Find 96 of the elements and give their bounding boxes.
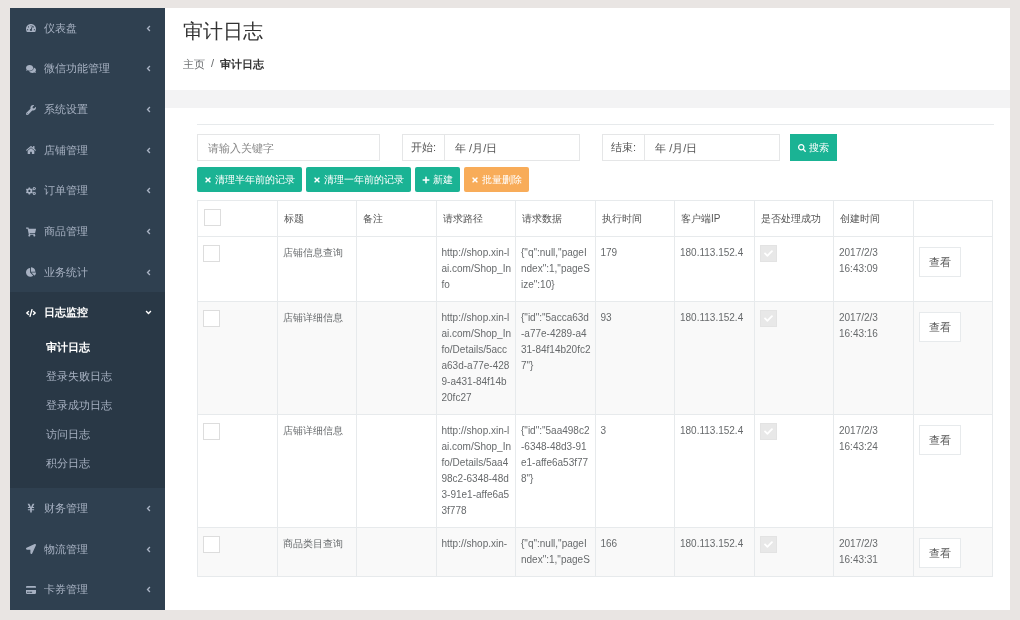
code-icon <box>26 307 36 318</box>
table-cell: 商品类目查询 <box>277 527 357 577</box>
chevron-left-icon <box>144 503 153 513</box>
sidebar-item[interactable]: 日志监控 <box>10 292 165 334</box>
clear-records-button[interactable]: 清理半年前的记录 <box>197 167 302 192</box>
close-icon <box>471 175 479 184</box>
table-cell: http://shop.xin-lai.com/Shop_Info/Details/5aa498c2-6348-48d3-91e1-affe6a53f778 <box>436 414 516 528</box>
table-cell: {"q":null,"pageIndex":1,"pageS <box>515 527 595 577</box>
row-checkbox[interactable] <box>203 310 220 327</box>
table-cell: 2017/2/3 16:43:24 <box>833 414 913 528</box>
submenu-item[interactable]: 审计日志 <box>10 333 165 363</box>
view-button[interactable]: 查看 <box>918 538 961 568</box>
close-icon <box>204 175 212 184</box>
chevron-left-icon <box>144 105 153 115</box>
submenu-item[interactable]: 积分日志 <box>10 449 165 479</box>
sidebar-item[interactable]: 仪表盘 <box>10 8 165 49</box>
cogs-icon <box>26 185 36 196</box>
submenu-item[interactable]: 登录失败日志 <box>10 362 165 392</box>
breadcrumb-link[interactable]: 主页 <box>183 57 205 72</box>
column-header: 备注 <box>356 200 436 237</box>
table-cell: 180.113.152.4 <box>674 236 754 302</box>
sidebar-item[interactable]: 卡券管理 <box>10 569 165 611</box>
chevron-left-icon <box>144 267 153 277</box>
table-cell: 2017/2/3 16:43:31 <box>833 527 913 577</box>
close-icon <box>313 175 321 184</box>
sidebar-item[interactable]: 业务统计 <box>10 251 165 293</box>
home-icon <box>26 145 36 156</box>
new-button[interactable]: 新建 <box>415 167 460 192</box>
chevron-left-icon <box>144 544 153 554</box>
end-label: 结束: <box>602 134 646 161</box>
search-icon <box>798 143 807 152</box>
chevron-left-icon <box>144 23 153 33</box>
row-checkbox[interactable] <box>203 245 220 262</box>
chat-icon <box>26 63 36 74</box>
keyword-field[interactable]: 请输入关键字 <box>197 134 380 161</box>
view-button[interactable]: 查看 <box>918 425 961 455</box>
paper-plane-icon <box>26 544 36 555</box>
submenu-item[interactable]: 访问日志 <box>10 420 165 450</box>
row-checkbox[interactable] <box>203 536 220 553</box>
view-button[interactable]: 查看 <box>918 312 961 342</box>
dashboard-icon <box>26 23 36 34</box>
column-header: 请求路径 <box>436 200 516 237</box>
table-cell: 166 <box>595 527 675 577</box>
end-date-field[interactable]: 年 /月/日 <box>645 134 781 161</box>
cart-icon <box>26 226 36 237</box>
breadcrumb-link[interactable]: 审计日志 <box>220 57 265 72</box>
view-button[interactable]: 查看 <box>918 247 961 277</box>
sidebar-item[interactable]: 系统设置 <box>10 89 165 130</box>
sidebar-item[interactable]: 财务管理 <box>10 488 165 529</box>
yen-icon <box>26 503 36 514</box>
submenu-item[interactable]: 登录成功日志 <box>10 391 165 421</box>
sidebar-item[interactable]: 订单管理 <box>10 170 165 212</box>
plus-icon <box>422 175 430 184</box>
column-header: 请求数据 <box>515 200 595 237</box>
table-cell: 179 <box>595 236 675 302</box>
sidebar-item[interactable]: 店铺管理 <box>10 129 165 171</box>
table-cell: 2017/2/3 16:43:09 <box>833 236 913 302</box>
table-cell: 店铺详细信息 <box>277 414 357 528</box>
row-checkbox[interactable] <box>203 423 220 440</box>
start-label: 开始: <box>402 134 446 161</box>
breadcrumb-separator: / <box>211 57 215 71</box>
chevron-left-icon <box>144 186 153 196</box>
table-cell: {"id":"5aa498c2-6348-48d3-91e1-affe6a53f778"} <box>515 414 595 528</box>
sidebar-item[interactable]: 微信功能管理 <box>10 48 165 90</box>
table-cell: 180.113.152.4 <box>674 301 754 415</box>
table-cell: 93 <box>595 301 675 415</box>
page-title: 审计日志 <box>183 19 264 44</box>
select-all-checkbox[interactable] <box>204 209 221 226</box>
table-cell: 3 <box>595 414 675 528</box>
column-header: 客户端IP <box>674 200 754 237</box>
table-cell: 店铺信息查询 <box>277 236 357 302</box>
table-cell: 180.113.152.4 <box>674 527 754 577</box>
card-icon <box>26 584 36 595</box>
pie-chart-icon <box>26 267 36 278</box>
sidebar-item[interactable]: 物流管理 <box>10 528 165 570</box>
table-cell: http://shop.xin- <box>436 527 516 577</box>
table-cell: 180.113.152.4 <box>674 414 754 528</box>
clear-records-button[interactable]: 清理一年前的记录 <box>306 167 411 192</box>
table-cell: {"id":"5acca63d-a77e-4289-a431-84f14b20fc27"} <box>515 301 595 415</box>
table-cell: http://shop.xin-lai.com/Shop_Info/Details/5acca63d-a77e-4289-a431-84f14b20fc27 <box>436 301 516 415</box>
table-cell: 店铺详细信息 <box>277 301 357 415</box>
sidebar-item[interactable]: 商品管理 <box>10 211 165 252</box>
column-header: 执行时间 <box>595 200 675 237</box>
start-date-field[interactable]: 年 /月/日 <box>445 134 581 161</box>
search-button[interactable]: 搜索 <box>790 134 838 161</box>
chevron-left-icon <box>144 145 153 155</box>
table-cell: http://shop.xin-lai.com/Shop_Info <box>436 236 516 302</box>
wrench-icon <box>26 104 36 115</box>
chevron-left-icon <box>144 227 153 236</box>
column-header: 是否处理成功 <box>754 200 834 237</box>
chevron-left-icon <box>144 585 153 595</box>
chevron-left-icon <box>144 64 153 74</box>
column-header: 创建时间 <box>833 200 913 237</box>
column-header: 标题 <box>277 200 357 237</box>
table-cell: 2017/2/3 16:43:16 <box>833 301 913 415</box>
table-cell: {"q":null,"pageIndex":1,"pageSize":10} <box>515 236 595 302</box>
